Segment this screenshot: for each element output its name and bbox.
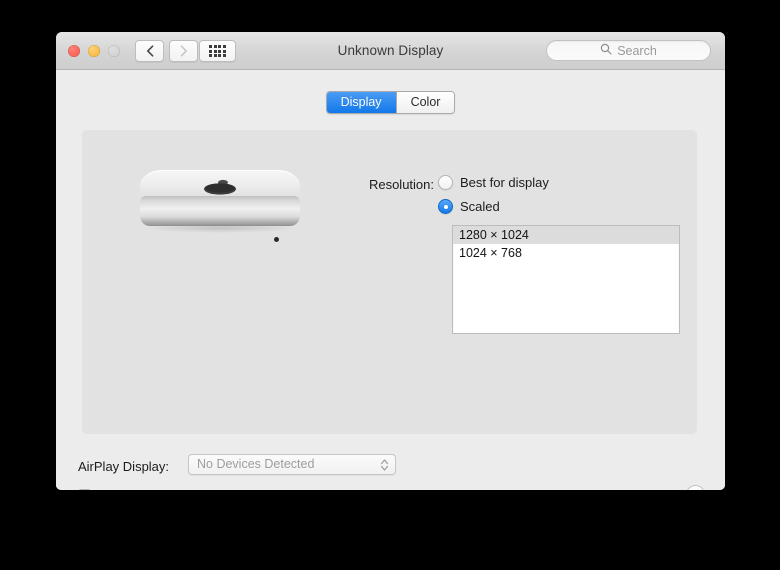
- resolution-list[interactable]: 1280 × 1024 1024 × 768: [452, 225, 680, 334]
- search-field[interactable]: Search: [546, 40, 711, 61]
- radio-best-for-display[interactable]: Best for display: [438, 175, 549, 190]
- mac-mini-body: [132, 170, 308, 242]
- airplay-display-label: AirPlay Display:: [78, 459, 170, 474]
- apple-logo-icon: [203, 178, 237, 196]
- help-button[interactable]: ?: [686, 485, 705, 490]
- resolution-label: Resolution:: [368, 177, 434, 192]
- list-item[interactable]: 1024 × 768: [453, 244, 679, 262]
- display-settings-panel: Resolution: Best for display Scaled 1280…: [82, 130, 697, 434]
- mac-mini-illustration: [132, 168, 320, 248]
- airplay-display-value: No Devices Detected: [197, 457, 315, 471]
- window-body: Display Color Resolution: Best for displ…: [56, 70, 725, 490]
- list-item[interactable]: 1280 × 1024: [453, 226, 679, 244]
- radio-scaled[interactable]: Scaled: [438, 199, 500, 214]
- search-icon: [600, 42, 612, 60]
- radio-button-selected-icon[interactable]: [438, 199, 453, 214]
- airplay-display-popup-button[interactable]: No Devices Detected: [188, 454, 396, 475]
- tab-color[interactable]: Color: [395, 92, 455, 113]
- show-mirroring-options-row[interactable]: Show mirroring options in the menu bar w…: [78, 488, 416, 490]
- tab-bar: Display Color: [56, 91, 725, 114]
- system-preferences-window: Unknown Display Search Display Color Res…: [56, 32, 725, 490]
- question-mark-icon: ?: [692, 488, 699, 491]
- mac-mini-front-panel: [140, 196, 300, 242]
- window-titlebar: Unknown Display Search: [56, 32, 725, 70]
- radio-scaled-label: Scaled: [460, 199, 500, 214]
- show-mirroring-options-label: Show mirroring options in the menu bar w…: [99, 488, 416, 490]
- radio-best-for-display-label: Best for display: [460, 175, 549, 190]
- power-indicator-icon: [274, 237, 279, 242]
- chevron-up-down-icon: [380, 458, 389, 472]
- radio-button-icon[interactable]: [438, 175, 453, 190]
- tab-display[interactable]: Display: [326, 92, 396, 113]
- checkbox-icon[interactable]: [78, 489, 91, 490]
- search-placeholder: Search: [617, 43, 657, 58]
- mac-mini-shadow: [144, 223, 296, 233]
